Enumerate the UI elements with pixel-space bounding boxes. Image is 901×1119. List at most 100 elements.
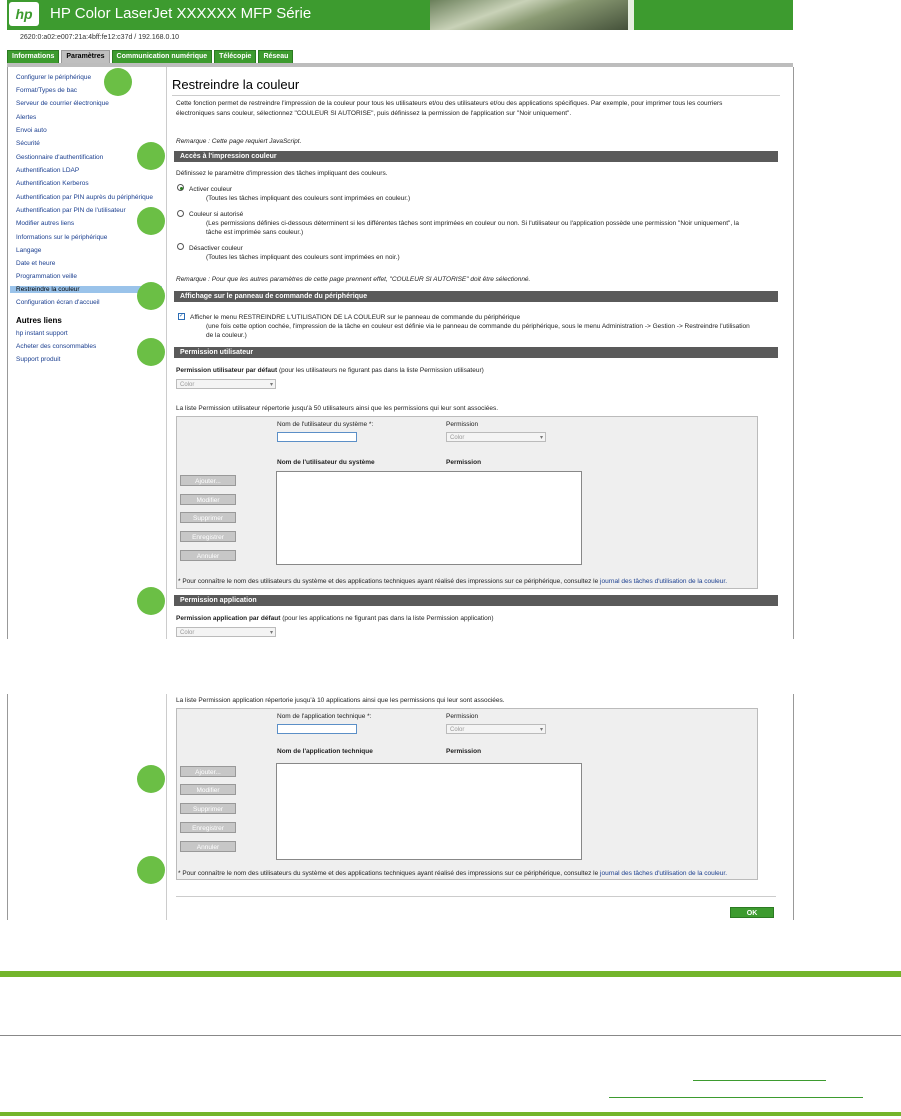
bottom-rule — [176, 896, 776, 897]
tab-reseau[interactable]: Réseau — [258, 50, 294, 64]
sidebar-item-auth-pin-peripherique[interactable]: Authentification par PIN auprès du périp… — [16, 194, 153, 201]
section-header-access: Accès à l'impression couleur — [174, 151, 778, 162]
title-rule — [172, 95, 780, 96]
product-title: HP Color LaserJet XXXXXX MFP Série — [50, 5, 312, 22]
header-photo-edge — [628, 0, 634, 30]
user-delete-button[interactable]: Supprimer — [180, 512, 236, 523]
document-green-line — [0, 971, 901, 977]
chevron-down-icon: ▾ — [269, 630, 273, 636]
sidebar-item-serveur-courrier[interactable]: Serveur de courrier électronique — [16, 100, 109, 107]
section-header-display: Affichage sur le panneau de commande du … — [174, 291, 778, 302]
app-footnote-text: * Pour connaître le nom des utilisateurs… — [178, 870, 601, 877]
section-header-app-permission: Permission application — [174, 595, 778, 606]
user-list-note: La liste Permission utilisateur répertor… — [176, 405, 499, 412]
checkbox-show-restrict-menu[interactable]: ✓ — [178, 313, 185, 320]
sidebar-item-modifier-liens[interactable]: Modifier autres liens — [16, 220, 74, 227]
sidebar-item-gestionnaire-auth[interactable]: Gestionnaire d'authentification — [16, 154, 103, 161]
user-default-permission-select[interactable]: Color ▾ — [176, 379, 276, 389]
user-footnote-link[interactable]: journal des tâches d'utilisation de la c… — [600, 578, 727, 585]
chevron-down-icon: ▾ — [539, 435, 543, 441]
app-footnote-link[interactable]: journal des tâches d'utilisation de la c… — [600, 870, 727, 877]
user-name-label: Nom de l'utilisateur du système *: — [277, 421, 374, 428]
remark-other-settings: Remarque : Pour que les autres paramètre… — [176, 276, 531, 283]
document-green-line — [0, 1112, 901, 1116]
app-modify-button[interactable]: Modifier — [180, 784, 236, 795]
checkbox-show-restrict-menu-desc-1: (une fois cette option cochée, l'impress… — [206, 323, 750, 330]
app-save-button[interactable]: Enregistrer — [180, 822, 236, 833]
app-default-label: Permission application par défaut (pour … — [176, 615, 494, 622]
sidebar-continued — [8, 694, 167, 920]
sidebar-item-acheter-consommables[interactable]: Acheter des consommables — [16, 343, 96, 350]
user-permission-value: Color — [450, 435, 465, 441]
callout-marker — [137, 282, 165, 310]
sidebar-item-alertes[interactable]: Alertes — [16, 114, 36, 121]
radio-desactiver-couleur-label: Désactiver couleur — [189, 245, 243, 252]
sidebar-item-date-heure[interactable]: Date et heure — [16, 260, 55, 267]
sidebar-item-config-ecran[interactable]: Configuration écran d'accueil — [16, 299, 100, 306]
user-add-button[interactable]: Ajouter... — [180, 475, 236, 486]
sidebar-item-securite[interactable]: Sécurité — [16, 140, 40, 147]
app-permission-select[interactable]: Color ▾ — [446, 724, 546, 734]
callout-marker — [137, 338, 165, 366]
radio-couleur-si-autorise-desc-1: (Les permissions définies ci-dessous dét… — [206, 220, 740, 227]
radio-couleur-si-autorise-desc-2: tâche est imprimée sans couleur.) — [206, 229, 304, 236]
app-delete-button[interactable]: Supprimer — [180, 803, 236, 814]
radio-couleur-si-autorise-label: Couleur si autorisé — [189, 211, 244, 218]
callout-marker — [137, 856, 165, 884]
intro-line-2: électroniques sans couleur, sélectionnez… — [176, 110, 572, 117]
app-list-column-permission: Permission — [446, 748, 482, 755]
app-default-label-rest: (pour les applications ne figurant pas d… — [282, 615, 494, 622]
user-default-label-bold: Permission utilisateur par défaut — [176, 367, 278, 374]
user-default-permission-value: Color — [180, 382, 195, 388]
user-permission-list[interactable] — [276, 471, 582, 565]
user-permission-select[interactable]: Color ▾ — [446, 432, 546, 442]
radio-couleur-si-autorise[interactable] — [177, 210, 184, 217]
app-list-column-name: Nom de l'application technique — [277, 748, 373, 755]
tab-informations[interactable]: Informations — [7, 50, 60, 64]
chevron-down-icon: ▾ — [269, 382, 273, 388]
radio-activer-couleur-desc: (Toutes les tâches impliquant des couleu… — [206, 195, 411, 202]
sidebar-item-hp-instant-support[interactable]: hp instant support — [16, 330, 68, 337]
user-name-input[interactable] — [277, 432, 357, 442]
sidebar-item-langage[interactable]: Langage — [16, 247, 41, 254]
sidebar-item-informations-peripherique[interactable]: Informations sur le périphérique — [16, 234, 107, 241]
sidebar-item-envoi-auto[interactable]: Envoi auto — [16, 127, 47, 134]
app-cancel-button[interactable]: Annuler — [180, 841, 236, 852]
callout-marker — [137, 587, 165, 615]
sidebar-item-auth-pin-utilisateur[interactable]: Authentification par PIN de l'utilisateu… — [16, 207, 126, 214]
hp-logo: hp — [9, 2, 39, 26]
app-list-note: La liste Permission application répertor… — [176, 697, 505, 704]
checkbox-show-restrict-menu-label: Afficher le menu RESTREINDRE L'UTILISATI… — [190, 314, 521, 321]
radio-desactiver-couleur-desc: (Toutes les tâches impliquant des couleu… — [206, 254, 400, 261]
app-add-button[interactable]: Ajouter... — [180, 766, 236, 777]
user-save-button[interactable]: Enregistrer — [180, 531, 236, 542]
radio-activer-couleur[interactable] — [177, 184, 184, 191]
app-permission-list[interactable] — [276, 763, 582, 860]
tab-communication-numerique[interactable]: Communication numérique — [111, 50, 213, 64]
document-link-underline — [609, 1097, 863, 1098]
access-description: Définissez le paramètre d'impression des… — [176, 170, 388, 177]
app-default-permission-select[interactable]: Color ▾ — [176, 627, 276, 637]
chevron-down-icon: ▾ — [539, 727, 543, 733]
callout-marker — [137, 142, 165, 170]
app-name-input[interactable] — [277, 724, 357, 734]
callout-marker — [104, 68, 132, 96]
user-list-column-permission: Permission — [446, 459, 482, 466]
document-thin-line — [0, 1035, 901, 1036]
ok-button[interactable]: OK — [730, 907, 774, 918]
user-footnote-text: * Pour connaître le nom des utilisateurs… — [178, 578, 601, 585]
sidebar-item-format-types[interactable]: Format/Types de bac — [16, 87, 77, 94]
sidebar-item-auth-ldap[interactable]: Authentification LDAP — [16, 167, 79, 174]
user-modify-button[interactable]: Modifier — [180, 494, 236, 505]
remark-javascript: Remarque : Cette page requiert JavaScrip… — [176, 138, 302, 145]
radio-desactiver-couleur[interactable] — [177, 243, 184, 250]
radio-activer-couleur-label: Activer couleur — [189, 186, 232, 193]
tab-parametres[interactable]: Paramètres — [61, 50, 110, 64]
tab-bar: Informations Paramètres Communication nu… — [7, 50, 294, 64]
tab-telecopie[interactable]: Télécopie — [214, 50, 257, 64]
sidebar-item-configurer[interactable]: Configurer le périphérique — [16, 74, 91, 81]
sidebar-item-auth-kerberos[interactable]: Authentification Kerberos — [16, 180, 89, 187]
user-cancel-button[interactable]: Annuler — [180, 550, 236, 561]
sidebar-item-support-produit[interactable]: Support produit — [16, 356, 60, 363]
sidebar-item-programmation-veille[interactable]: Programmation veille — [16, 273, 77, 280]
